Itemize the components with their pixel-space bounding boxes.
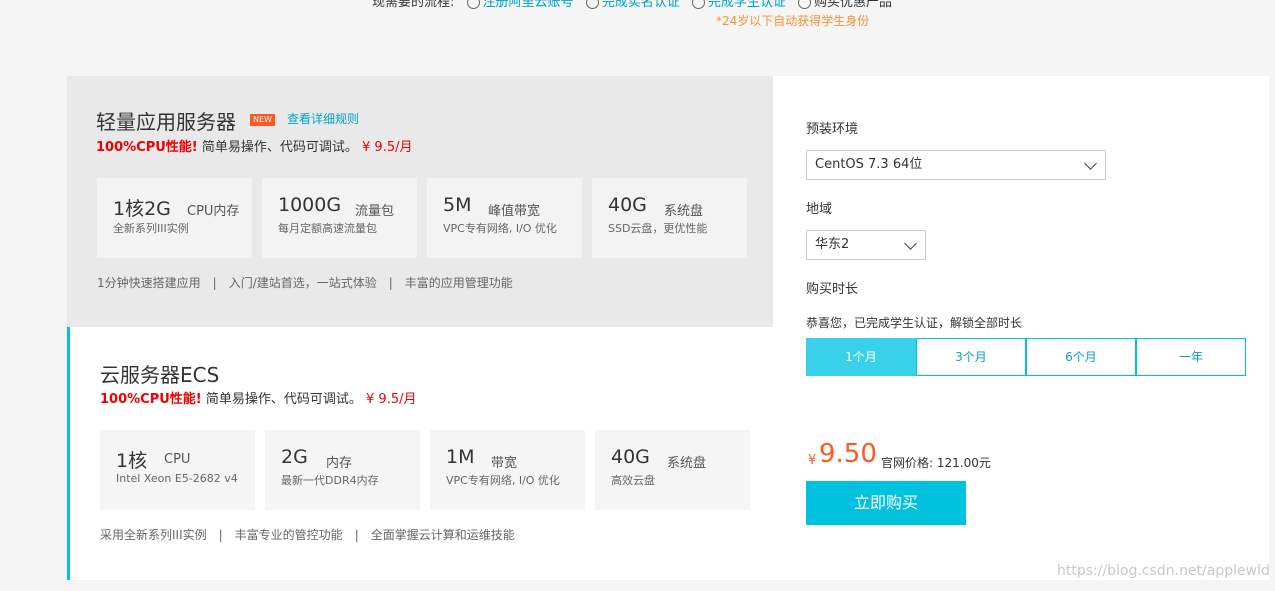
- lite-promo: 100%CPU性能! 简单易操作、代码可调试。 ¥ 9.5/月: [96, 136, 412, 155]
- feature-item: 入门/建站首选，一站式体验: [228, 276, 377, 290]
- official-price: 官网价格: 121.00元: [881, 456, 991, 470]
- spec-traffic: 1000G 流量包 每月定额高速流量包: [262, 178, 417, 258]
- lite-title: 轻量应用服务器: [96, 110, 236, 134]
- env-label: 预装环境: [806, 122, 859, 137]
- spec-cpu-memory: 1核2G CPU内存 全新系列III实例: [97, 178, 252, 258]
- ecs-card[interactable]: 云服务器ECS 100%CPU性能! 简单易操作、代码可调试。 ¥ 9.5/月 …: [67, 327, 773, 580]
- step-3-icon: [691, 0, 705, 9]
- region-label: 地域: [806, 202, 833, 217]
- feature-item: 1分钟快速搭建应用: [97, 276, 201, 290]
- promo-highlight: 100%CPU性能!: [96, 140, 198, 155]
- duration-label: 购买时长: [806, 282, 859, 297]
- duration-6-months[interactable]: 6个月: [1026, 338, 1136, 376]
- spec-unit: 系统盘: [667, 456, 707, 471]
- spec-value: 1核: [116, 450, 148, 472]
- spec-value: 1M: [446, 446, 475, 468]
- spec-unit: 内存: [326, 456, 353, 471]
- ecs-promo: 100%CPU性能! 简单易操作、代码可调试。 ¥ 9.5/月: [100, 388, 416, 407]
- spec-desc: VPC专有网络, I/O 优化: [446, 474, 560, 487]
- feature-item: 全面掌握云计算和运维技能: [370, 528, 515, 542]
- new-badge: NEW: [250, 114, 275, 126]
- price-value: 9.50: [819, 439, 877, 469]
- feature-item: 丰富专业的管控功能: [234, 528, 343, 542]
- spec-desc: 每月定额高速流量包: [278, 222, 377, 235]
- step-3-link[interactable]: 完成学生认证: [708, 0, 786, 10]
- env-select-value: CentOS 7.3 64位: [815, 157, 923, 172]
- spec-cpu: 1核 CPU Intel Xeon E5-2682 v4: [100, 430, 255, 510]
- spec-bandwidth: 1M 带宽 VPC专有网络, I/O 优化: [430, 430, 585, 510]
- chevron-down-icon: [904, 237, 917, 250]
- step-2-link[interactable]: 完成实名认证: [602, 0, 680, 10]
- watermark: https://blog.csdn.net/applewld: [1057, 563, 1270, 579]
- spec-desc: SSD云盘，更优性能: [608, 222, 708, 235]
- spec-desc: VPC专有网络, I/O 优化: [443, 222, 557, 235]
- spec-memory: 2G 内存 最新一代DDR4内存: [265, 430, 420, 510]
- top-strip: 现需要的流程: 注册阿里云账号 完成实名认证 完成学生认证 购买优惠产品 *24…: [0, 0, 1275, 40]
- steps-row: 现需要的流程: 注册阿里云账号 完成实名认证 完成学生认证 购买优惠产品: [372, 0, 892, 10]
- spec-value: 1核2G: [113, 198, 171, 220]
- ecs-features: 采用全新系列III实例 | 丰富专业的管控功能 | 全面掌握云计算和运维技能: [100, 528, 515, 542]
- spec-bandwidth: 5M 峰值带宽 VPC专有网络, I/O 优化: [427, 178, 582, 258]
- lite-features: 1分钟快速搭建应用 | 入门/建站首选，一站式体验 | 丰富的应用管理功能: [97, 276, 513, 290]
- promo-text: 简单易操作、代码可调试。: [205, 392, 362, 407]
- chevron-down-icon: [1084, 157, 1097, 170]
- promo-price: ¥ 9.5/月: [366, 392, 417, 407]
- step-1-icon: [466, 0, 480, 9]
- spec-unit: 流量包: [355, 204, 395, 219]
- step-4-icon: [798, 0, 811, 9]
- spec-desc: 最新一代DDR4内存: [281, 474, 379, 487]
- region-select[interactable]: 华东2: [806, 230, 926, 260]
- buy-now-button[interactable]: 立即购买: [806, 481, 966, 525]
- region-select-value: 华东2: [815, 237, 850, 252]
- spec-value: 1000G: [278, 194, 342, 216]
- age-note: *24岁以下自动获得学生身份: [716, 14, 870, 28]
- promo-highlight: 100%CPU性能!: [100, 392, 202, 407]
- spec-disk: 40G 系统盘 高效云盘: [595, 430, 750, 510]
- steps-prefix: 现需要的流程:: [372, 0, 455, 10]
- spec-desc: 高效云盘: [611, 474, 655, 487]
- spec-unit: 系统盘: [664, 204, 704, 219]
- feature-item: 采用全新系列III实例: [100, 528, 207, 542]
- spec-desc: 全新系列III实例: [113, 222, 189, 235]
- spec-disk: 40G 系统盘 SSD云盘，更优性能: [592, 178, 747, 258]
- spec-value: 2G: [281, 446, 308, 468]
- step-1-link[interactable]: 注册阿里云账号: [483, 0, 574, 10]
- duration-1-year[interactable]: 一年: [1136, 338, 1246, 376]
- spec-unit: 带宽: [491, 456, 518, 471]
- promo-text: 简单易操作、代码可调试。: [201, 140, 358, 155]
- step-4-text: 购买优惠产品: [814, 0, 893, 10]
- spec-unit: CPU内存: [187, 204, 240, 219]
- step-2-icon: [585, 0, 599, 9]
- detail-rules-link[interactable]: 查看详细规则: [287, 110, 359, 127]
- spec-value: 40G: [611, 446, 650, 468]
- ecs-title: 云服务器ECS: [100, 363, 220, 387]
- duration-3-months[interactable]: 3个月: [916, 338, 1026, 376]
- spec-desc: Intel Xeon E5-2682 v4: [116, 472, 238, 485]
- spec-unit: 峰值带宽: [488, 204, 541, 219]
- env-select[interactable]: CentOS 7.3 64位: [806, 150, 1106, 180]
- spec-unit: CPU: [164, 452, 191, 467]
- purchase-panel: 预装环境 CentOS 7.3 64位 地域 华东2 购买时长 恭喜您，已完成学…: [773, 76, 1269, 580]
- spec-value: 5M: [443, 194, 472, 216]
- spec-value: 40G: [608, 194, 647, 216]
- student-notice: 恭喜您，已完成学生认证，解锁全部时长: [806, 316, 1023, 330]
- feature-item: 丰富的应用管理功能: [404, 276, 513, 290]
- lite-server-card[interactable]: 轻量应用服务器 NEW 查看详细规则 100%CPU性能! 简单易操作、代码可调…: [67, 76, 773, 327]
- duration-1-month[interactable]: 1个月: [806, 338, 916, 376]
- promo-price: ¥ 9.5/月: [362, 140, 413, 155]
- currency-symbol: ¥: [808, 453, 817, 468]
